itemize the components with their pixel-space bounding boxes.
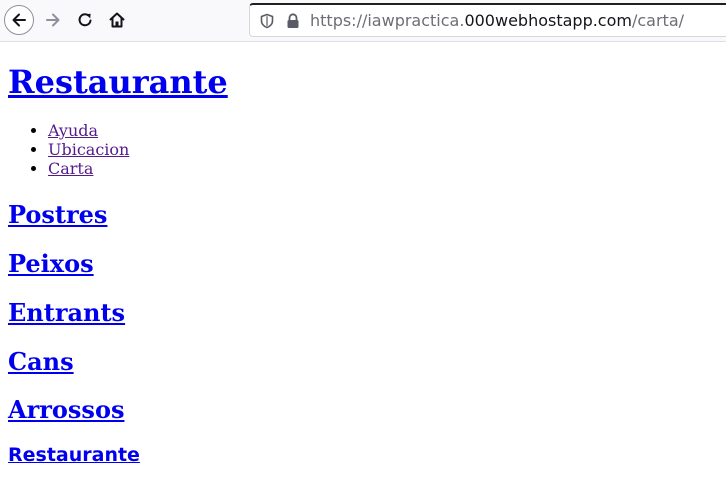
menu-item-ayuda: Ayuda bbox=[48, 121, 129, 140]
url-text[interactable]: https://iawpractica.000webhostapp.com/ca… bbox=[310, 11, 684, 31]
menu-item-carta: Carta bbox=[48, 159, 129, 178]
nav-menu: Ayuda Ubicacion Carta bbox=[0, 121, 129, 178]
url-bar[interactable]: https://iawpractica.000webhostapp.com/ca… bbox=[249, 3, 726, 37]
back-button[interactable] bbox=[4, 5, 34, 35]
section-link-entrants[interactable]: Entrants bbox=[8, 298, 125, 327]
arrow-left-icon bbox=[12, 13, 26, 27]
reload-icon bbox=[78, 13, 92, 27]
section-heading-cans: Cans bbox=[8, 348, 74, 376]
url-prefix: https://iawpractica. bbox=[310, 11, 465, 30]
section-link-cans[interactable]: Cans bbox=[8, 347, 74, 376]
forward-button[interactable] bbox=[38, 5, 68, 35]
arrow-right-icon bbox=[46, 13, 60, 27]
section-link-peixos[interactable]: Peixos bbox=[8, 249, 94, 278]
menu-link-carta[interactable]: Carta bbox=[48, 159, 93, 178]
home-button[interactable] bbox=[102, 5, 132, 35]
url-path: /carta/ bbox=[631, 11, 685, 30]
section-heading-postres: Postres bbox=[8, 201, 107, 229]
footer-title-link[interactable]: Restaurante bbox=[8, 444, 140, 466]
browser-toolbar: https://iawpractica.000webhostapp.com/ca… bbox=[0, 0, 726, 42]
footer-title: Restaurante bbox=[8, 444, 140, 466]
reload-button[interactable] bbox=[70, 5, 100, 35]
url-host: 000webhostapp.com bbox=[464, 11, 632, 30]
home-icon bbox=[109, 12, 125, 28]
section-link-arrossos[interactable]: Arrossos bbox=[8, 395, 124, 424]
lock-icon[interactable] bbox=[286, 13, 300, 29]
menu-item-ubicacion: Ubicacion bbox=[48, 140, 129, 159]
menu-link-ayuda[interactable]: Ayuda bbox=[48, 121, 98, 140]
shield-icon[interactable] bbox=[259, 13, 275, 29]
section-heading-peixos: Peixos bbox=[8, 250, 94, 278]
site-title-link[interactable]: Restaurante bbox=[8, 63, 228, 101]
section-heading-entrants: Entrants bbox=[8, 299, 125, 327]
menu-link-ubicacion[interactable]: Ubicacion bbox=[48, 140, 129, 159]
section-heading-arrossos: Arrossos bbox=[8, 396, 124, 424]
site-title: Restaurante bbox=[8, 63, 228, 101]
section-link-postres[interactable]: Postres bbox=[8, 200, 107, 229]
